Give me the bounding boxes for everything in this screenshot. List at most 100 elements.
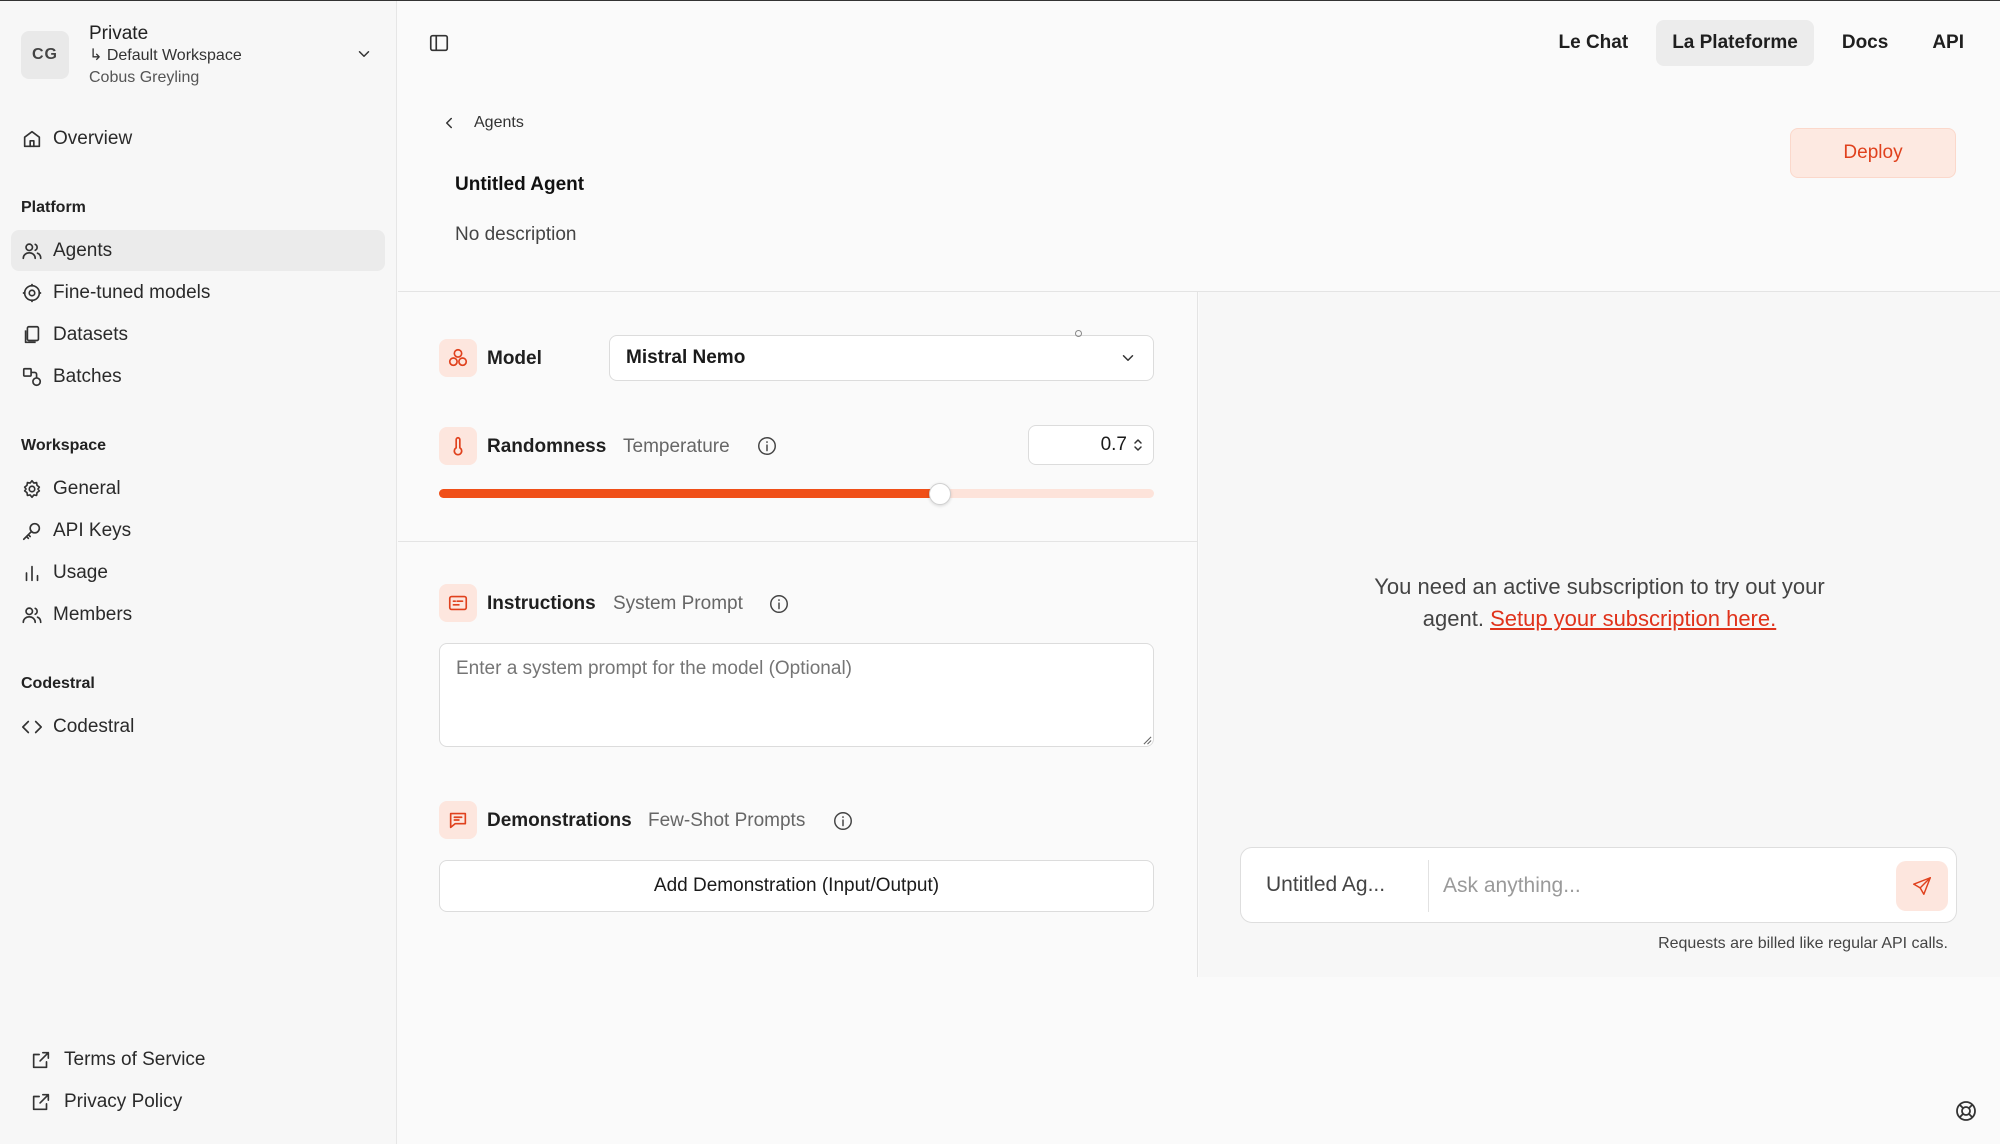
sidebar-item-label: General (53, 477, 121, 499)
model-icon (448, 348, 468, 367)
external-link-icon (32, 1093, 50, 1111)
files-icon (24, 325, 40, 343)
sidebar-item-label: Members (53, 603, 133, 625)
workspace-subtitle: ↳ Default Workspace (89, 47, 242, 64)
model-select-value: Mistral Nemo (626, 347, 746, 368)
sidebar-item-datasets[interactable]: Datasets (11, 314, 385, 355)
bar-chart-icon (25, 565, 39, 581)
tab-api[interactable]: API (1916, 20, 1980, 66)
sidebar-item-label: Datasets (53, 323, 128, 345)
sidebar-item-label: Overview (53, 127, 133, 149)
chat-divider (1428, 860, 1429, 912)
chat-agent-selector[interactable]: Untitled Ag... (1266, 873, 1385, 897)
status-dot (1075, 330, 1082, 337)
sidebar-item-agents[interactable]: Agents (11, 230, 385, 271)
sidebar-item-batches[interactable]: Batches (11, 356, 385, 397)
workspace-user: Cobus Greyling (89, 69, 200, 86)
chat-input[interactable] (1443, 866, 1873, 906)
send-button[interactable] (1896, 861, 1948, 911)
message-icon (449, 812, 467, 829)
sidebar-item-api-keys[interactable]: API Keys (11, 510, 385, 551)
section-heading-codestral: Codestral (21, 675, 95, 692)
tab-la-plateforme[interactable]: La Plateforme (1656, 20, 1814, 66)
settings-cog-icon (22, 283, 42, 302)
resize-grip-icon[interactable] (1143, 736, 1152, 745)
slider-fill (439, 489, 940, 498)
few-shot-prompts-label: Few-Shot Prompts (648, 810, 806, 831)
demonstrations-icon-badge (439, 801, 477, 839)
sidebar-item-label: Agents (53, 239, 113, 261)
sidebar-item-label: Batches (53, 365, 122, 387)
workspace-title: Private (89, 23, 149, 44)
temperature-slider[interactable] (439, 483, 1154, 505)
terms-of-service-link[interactable]: Terms of Service (30, 1042, 205, 1078)
breadcrumb-label: Agents (474, 114, 524, 131)
system-prompt-label: System Prompt (613, 593, 743, 614)
instructions-icon-badge (439, 584, 477, 622)
agent-title[interactable]: Untitled Agent (455, 174, 584, 196)
top-nav: Le Chat La Plateforme Docs API (1531, 20, 1981, 66)
footer-link-label: Privacy Policy (64, 1091, 183, 1112)
model-select[interactable]: Mistral Nemo (609, 335, 1154, 381)
instructions-icon (448, 595, 468, 611)
avatar: CG (21, 31, 69, 79)
subscription-message-line2: agent. (1422, 606, 1484, 631)
randomness-icon-badge (439, 427, 477, 465)
footer-link-label: Terms of Service (64, 1049, 206, 1070)
temperature-label: Temperature (623, 436, 730, 457)
info-icon[interactable] (832, 810, 854, 832)
sidebar-item-general[interactable]: General (11, 468, 385, 509)
sidebar-item-label: Usage (53, 561, 108, 583)
sidebar-toggle-icon[interactable] (428, 32, 450, 54)
setup-subscription-link[interactable]: Setup your subscription here. (1490, 606, 1776, 631)
info-icon[interactable] (768, 593, 790, 615)
temperature-input[interactable]: 0.7 (1028, 425, 1154, 465)
chevron-left-icon (446, 117, 452, 129)
add-demonstration-button[interactable]: Add Demonstration (Input/Output) (439, 860, 1154, 912)
external-link-icon (32, 1051, 50, 1069)
sidebar-item-label: API Keys (53, 519, 132, 541)
send-icon (1913, 877, 1931, 895)
users-icon (22, 606, 42, 623)
thermometer-icon (453, 436, 463, 456)
section-heading-workspace: Workspace (21, 437, 107, 454)
sidebar-item-members[interactable]: Members (11, 594, 385, 635)
system-prompt-textarea[interactable] (439, 643, 1154, 747)
privacy-policy-link[interactable]: Privacy Policy (30, 1084, 182, 1120)
randomness-label: Randomness (487, 436, 607, 457)
info-icon[interactable] (756, 435, 778, 457)
sidebar-item-overview[interactable]: Overview (11, 118, 385, 159)
temperature-value: 0.7 (1100, 434, 1127, 455)
tab-le-chat[interactable]: Le Chat (1543, 20, 1645, 66)
deploy-button[interactable]: Deploy (1790, 128, 1956, 178)
chat-input-box: Untitled Ag... (1240, 847, 1957, 923)
instructions-label: Instructions (487, 593, 596, 614)
users-icon (22, 242, 42, 259)
agent-description[interactable]: No description (455, 224, 576, 246)
sidebar-item-codestral[interactable]: Codestral (11, 706, 385, 747)
chevron-down-icon (1122, 355, 1134, 361)
workspace-switcher[interactable]: CG Private ↳ Default Workspace Cobus Gre… (21, 23, 381, 87)
subscription-message: You need an active subscription to try o… (1199, 571, 2000, 635)
help-lifebuoy-icon[interactable] (1954, 1099, 1978, 1123)
shapes-icon (22, 367, 42, 386)
config-divider (398, 541, 1198, 542)
sidebar: CG Private ↳ Default Workspace Cobus Gre… (0, 1, 397, 1144)
stepper-icon[interactable] (1133, 437, 1143, 453)
subscription-message-line1: You need an active subscription to try o… (1374, 574, 1825, 599)
model-icon-badge (439, 339, 477, 377)
code-icon (22, 720, 42, 733)
chevron-down-icon[interactable] (355, 45, 373, 63)
sidebar-item-fine-tuned-models[interactable]: Fine-tuned models (11, 272, 385, 313)
sidebar-item-usage[interactable]: Usage (11, 552, 385, 593)
billing-note: Requests are billed like regular API cal… (1658, 935, 1948, 952)
breadcrumb[interactable]: Agents (440, 114, 524, 132)
model-label: Model (487, 348, 542, 369)
section-heading-platform: Platform (21, 199, 86, 216)
home-icon (23, 130, 41, 147)
slider-thumb[interactable] (928, 483, 951, 505)
gear-icon (23, 479, 41, 498)
tab-docs[interactable]: Docs (1826, 20, 1904, 66)
key-icon (22, 522, 41, 540)
demonstrations-label: Demonstrations (487, 810, 632, 831)
